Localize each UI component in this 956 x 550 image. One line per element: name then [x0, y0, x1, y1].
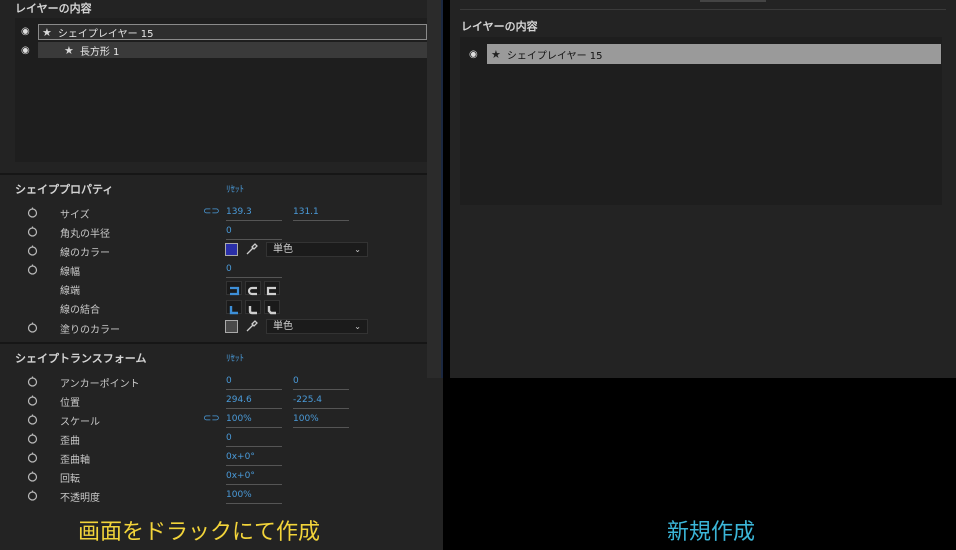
- shape-transform-title: シェイプトランスフォーム: [15, 352, 147, 365]
- layer-item-rectangle[interactable]: ★ 長方形 1: [38, 42, 427, 58]
- anchor-x-field[interactable]: 0: [226, 376, 282, 390]
- anchor-point-label: アンカーポイント: [60, 379, 140, 390]
- stopwatch-icon[interactable]: [27, 245, 38, 256]
- stroke-type-dropdown[interactable]: 単色 ⌄: [266, 242, 368, 257]
- stopwatch-icon[interactable]: [27, 414, 38, 425]
- dropdown-value: 単色: [273, 321, 293, 332]
- line-cap-label: 線端: [60, 286, 80, 297]
- skew-axis-label: 歪曲軸: [60, 455, 90, 466]
- skew-axis-field[interactable]: 0x+0°: [226, 452, 282, 466]
- layer-item-shape-layer[interactable]: ★ シェイプレイヤー 15: [38, 24, 427, 40]
- star-icon: ★: [64, 43, 74, 57]
- fill-color-swatch[interactable]: [225, 320, 238, 333]
- eyedropper-icon[interactable]: [245, 319, 259, 333]
- stopwatch-icon[interactable]: [27, 264, 38, 275]
- fill-color-label: 塗りのカラー: [60, 325, 120, 336]
- skew-label: 歪曲: [60, 436, 80, 447]
- line-join-label: 線の結合: [60, 305, 100, 316]
- scale-x-field[interactable]: 100%: [226, 414, 282, 428]
- round-join-button[interactable]: [245, 300, 261, 315]
- layer-item-label: 長方形 1: [79, 46, 120, 58]
- shape-properties-reset-link[interactable]: ﾘｾｯﾄ: [226, 182, 244, 195]
- stopwatch-icon[interactable]: [27, 207, 38, 218]
- anchor-y-field[interactable]: 0: [293, 376, 349, 390]
- stopwatch-icon[interactable]: [27, 490, 38, 501]
- position-label: 位置: [60, 398, 80, 409]
- corner-radius-label: 角丸の半径: [60, 229, 110, 240]
- stroke-width-label: 線幅: [60, 267, 80, 278]
- scale-label: スケール: [60, 417, 100, 428]
- layer-contents-title: レイヤーの内容: [15, 2, 92, 15]
- section-divider: [0, 342, 427, 344]
- left-properties-panel: レイヤーの内容 ◉ ★ シェイプレイヤー 15 ◉ ★ 長方形 1 シェイププロ…: [0, 0, 443, 550]
- stroke-width-field[interactable]: 0: [226, 264, 282, 278]
- stopwatch-icon[interactable]: [27, 322, 38, 333]
- round-cap-button[interactable]: [245, 281, 261, 296]
- miter-join-button[interactable]: [226, 300, 242, 315]
- top-divider: [460, 9, 946, 10]
- shape-properties-title: シェイププロパティ: [15, 183, 114, 196]
- eye-icon[interactable]: ◉: [21, 45, 30, 56]
- rotation-field[interactable]: 0x+0°: [226, 471, 282, 485]
- stopwatch-icon[interactable]: [27, 433, 38, 444]
- dropdown-value: 単色: [273, 244, 293, 255]
- panel-divider: [443, 0, 450, 550]
- right-properties-panel: レイヤーの内容 ◉ ★ シェイプレイヤー 15: [450, 0, 956, 378]
- layer-contents-list: ◉ ★ シェイプレイヤー 15: [460, 37, 942, 205]
- caption-right: 新規作成: [667, 520, 756, 545]
- position-x-field[interactable]: 294.6: [226, 395, 282, 409]
- link-icon[interactable]: ⊂⊃: [203, 206, 220, 217]
- size-label: サイズ: [60, 210, 90, 221]
- stopwatch-icon[interactable]: [27, 226, 38, 237]
- layer-item-shape-layer[interactable]: ★ シェイプレイヤー 15: [487, 44, 941, 64]
- eyedropper-icon[interactable]: [245, 242, 259, 256]
- stopwatch-icon[interactable]: [27, 395, 38, 406]
- fill-type-dropdown[interactable]: 単色 ⌄: [266, 319, 368, 334]
- layer-item-label: シェイプレイヤー 15: [57, 28, 154, 40]
- star-icon: ★: [491, 47, 501, 61]
- stroke-color-label: 線のカラー: [60, 248, 110, 259]
- bevel-join-button[interactable]: [264, 300, 280, 315]
- layer-contents-list: ◉ ★ シェイプレイヤー 15 ◉ ★ 長方形 1: [15, 18, 427, 162]
- scale-y-field[interactable]: 100%: [293, 414, 349, 428]
- butt-cap-button[interactable]: [226, 281, 242, 296]
- caption-left: 画面をドラックにて作成: [78, 520, 321, 545]
- layer-item-label: シェイプレイヤー 15: [506, 50, 603, 62]
- corner-radius-field[interactable]: 0: [226, 226, 282, 240]
- eye-icon[interactable]: ◉: [21, 26, 30, 37]
- skew-field[interactable]: 0: [226, 433, 282, 447]
- link-icon[interactable]: ⊂⊃: [203, 413, 220, 424]
- opacity-field[interactable]: 100%: [226, 490, 282, 504]
- section-divider: [0, 173, 427, 175]
- eye-icon[interactable]: ◉: [469, 49, 478, 60]
- chevron-down-icon: ⌄: [354, 322, 361, 331]
- rotation-label: 回転: [60, 474, 80, 485]
- position-y-field[interactable]: -225.4: [293, 395, 349, 409]
- size-height-field[interactable]: 131.1: [293, 207, 349, 221]
- size-width-field[interactable]: 139.3: [226, 207, 282, 221]
- layer-contents-title: レイヤーの内容: [461, 20, 538, 33]
- square-cap-button[interactable]: [264, 281, 280, 296]
- stroke-color-swatch[interactable]: [225, 243, 238, 256]
- shape-transform-reset-link[interactable]: ﾘｾｯﾄ: [226, 351, 244, 364]
- stopwatch-icon[interactable]: [27, 452, 38, 463]
- stopwatch-icon[interactable]: [27, 471, 38, 482]
- panel-tab-indicator: [700, 0, 766, 2]
- stopwatch-icon[interactable]: [27, 376, 38, 387]
- opacity-label: 不透明度: [60, 493, 100, 504]
- chevron-down-icon: ⌄: [354, 245, 361, 254]
- star-icon: ★: [42, 25, 52, 39]
